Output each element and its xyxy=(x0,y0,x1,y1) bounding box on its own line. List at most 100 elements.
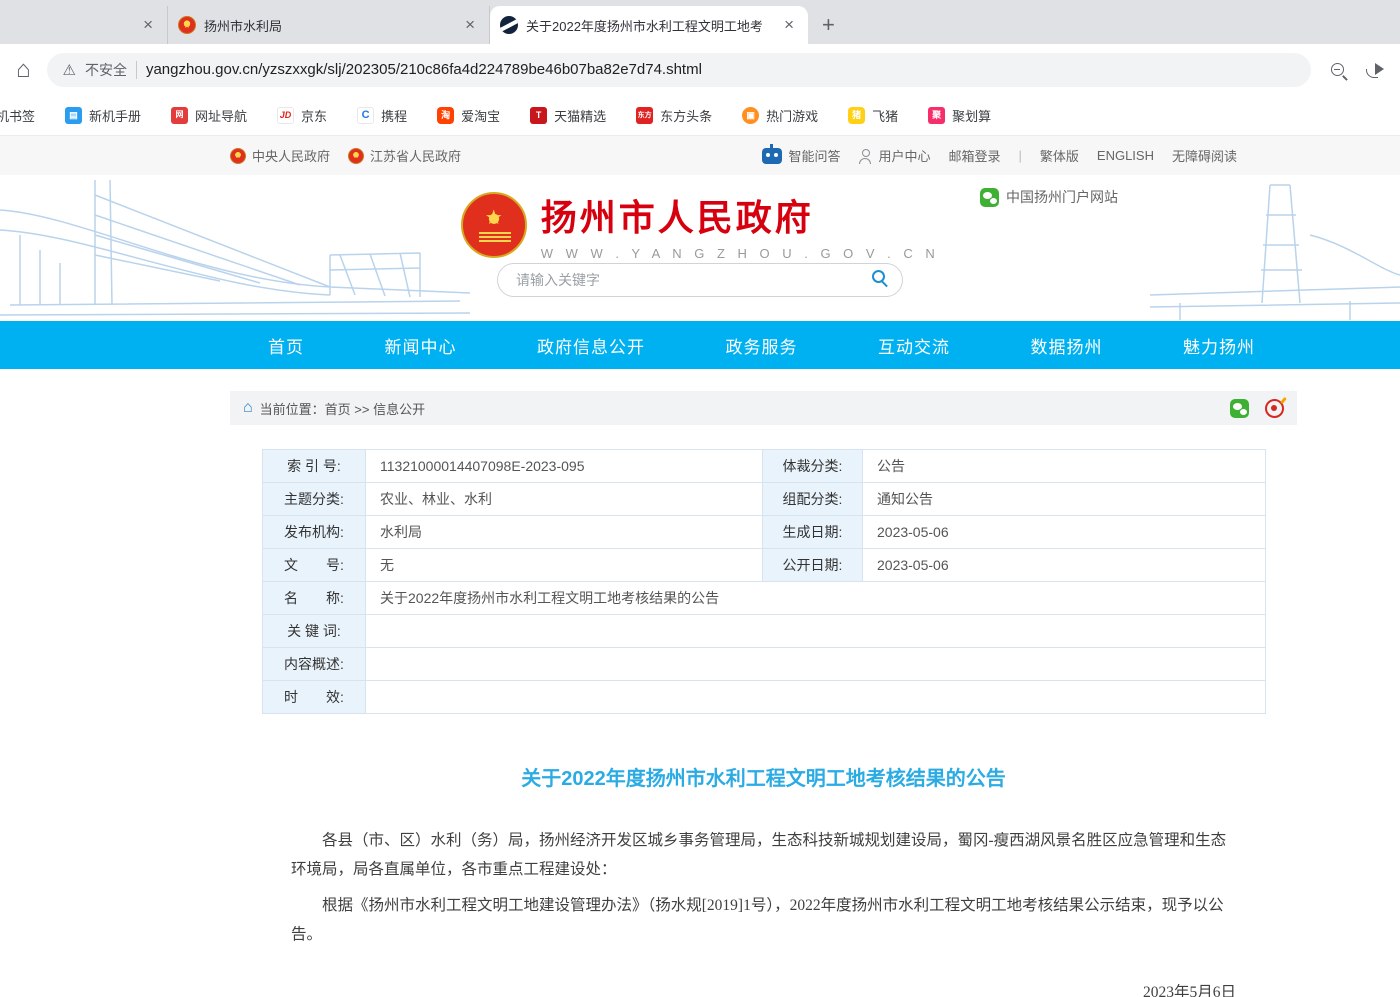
bookmark-jd[interactable]: JD 京东 xyxy=(277,106,327,125)
share-icon[interactable] xyxy=(1366,63,1384,77)
divider xyxy=(136,61,137,79)
link-label: 江苏省人民政府 xyxy=(370,146,461,165)
meta-label: 体裁分类: xyxy=(763,450,863,483)
link-label: 中央人民政府 xyxy=(252,146,330,165)
close-tab-icon[interactable]: × xyxy=(139,15,157,35)
meta-label: 名 称: xyxy=(263,582,366,615)
taobao-icon: 淘 xyxy=(437,107,454,124)
share-wechat-icon[interactable] xyxy=(1230,399,1249,418)
bookmark-dongfang[interactable]: 东方 东方头条 xyxy=(636,106,712,125)
central-gov-link[interactable]: ★ 中央人民政府 xyxy=(230,146,330,165)
breadcrumb: 当前位置：首页 >> 信息公开 xyxy=(260,399,425,418)
bookmark-juhuasuan[interactable]: 聚 聚划算 xyxy=(928,106,991,125)
close-tab-icon[interactable]: × xyxy=(780,15,798,35)
breadcrumb-home-icon[interactable]: ⌂ xyxy=(243,400,253,416)
jd-icon: JD xyxy=(277,107,294,124)
table-row: 索 引 号: 11321000014407098E-2023-095 体裁分类:… xyxy=(263,450,1266,483)
link-label: 繁体版 xyxy=(1040,146,1079,165)
nav-gov-services[interactable]: 政务服务 xyxy=(726,333,798,358)
divider: | xyxy=(1019,148,1022,163)
meta-value-category: 通知公告 xyxy=(863,483,1266,516)
tab-partial[interactable]: × xyxy=(0,6,168,44)
url-text[interactable]: yangzhou.gov.cn/yzszxxgk/slj/202305/210c… xyxy=(146,61,702,78)
user-center-link[interactable]: 用户中心 xyxy=(858,146,930,165)
gov-emblem-favicon-icon: ★ xyxy=(178,16,196,34)
search-icon[interactable] xyxy=(872,270,885,283)
url-field[interactable]: ⚠ 不安全 yangzhou.gov.cn/yzszxxgk/slj/20230… xyxy=(47,53,1312,87)
bookmark-manual[interactable]: ▤ 新机手册 xyxy=(65,106,141,125)
document-meta-table: 索 引 号: 11321000014407098E-2023-095 体裁分类:… xyxy=(262,449,1266,714)
new-tab-button[interactable]: + xyxy=(808,12,849,44)
robot-icon xyxy=(762,148,782,164)
not-secure-warning-icon[interactable]: ⚠ xyxy=(63,61,76,79)
bookmark-taobao[interactable]: 淘 爱淘宝 xyxy=(437,106,500,125)
nav-data-yangzhou[interactable]: 数据扬州 xyxy=(1031,333,1103,358)
link-label: 无障碍阅读 xyxy=(1172,146,1237,165)
dongfang-icon: 东方 xyxy=(636,107,653,124)
nav-info-disclosure[interactable]: 政府信息公开 xyxy=(537,333,645,358)
meta-value-publish-date: 2023-05-06 xyxy=(863,549,1266,582)
bookmark-ctrip[interactable]: C 携程 xyxy=(357,106,407,125)
site-search xyxy=(497,263,903,297)
tab-title: 关于2022年度扬州市水利工程文明工地考 xyxy=(526,16,772,35)
bookmark-label: 热门游戏 xyxy=(766,106,818,125)
bookmark-label: 东方头条 xyxy=(660,106,712,125)
tmall-icon: T xyxy=(530,107,547,124)
close-tab-icon[interactable]: × xyxy=(461,15,479,35)
bookmark-label: 飞猪 xyxy=(872,106,898,125)
table-row: 发布机构: 水利局 生成日期: 2023-05-06 xyxy=(263,516,1266,549)
meta-value-doc-number: 无 xyxy=(366,549,763,582)
nav-interaction[interactable]: 互动交流 xyxy=(878,333,950,358)
smart-qa-link[interactable]: 智能问答 xyxy=(762,146,840,165)
fliggy-icon: 猪 xyxy=(848,107,865,124)
zoom-out-icon[interactable] xyxy=(1331,63,1344,76)
table-row: 关 键 词: xyxy=(263,615,1266,648)
search-input[interactable] xyxy=(497,263,903,297)
tab-yangzhou-water-bureau[interactable]: ★ 扬州市水利局 × xyxy=(168,6,490,44)
meta-value-topic: 农业、林业、水利 xyxy=(366,483,763,516)
meta-label: 内容概述: xyxy=(263,648,366,681)
bookmark-label: 网址导航 xyxy=(195,106,247,125)
bookmark-label: 天猫精选 xyxy=(554,106,606,125)
article-paragraph: 根据《扬州市水利工程文明工地建设管理办法》（扬水规[2019]1号），2022年… xyxy=(291,892,1236,949)
table-row: 文 号: 无 公开日期: 2023-05-06 xyxy=(263,549,1266,582)
bookmark-games[interactable]: ▣ 热门游戏 xyxy=(742,106,818,125)
bookmark-fliggy[interactable]: 猪 飞猪 xyxy=(848,106,898,125)
link-label: ENGLISH xyxy=(1097,148,1154,163)
english-link[interactable]: ENGLISH xyxy=(1097,148,1154,163)
mail-login-link[interactable]: 邮箱登录 xyxy=(948,146,1000,165)
games-icon: ▣ xyxy=(742,107,759,124)
national-emblem-logo xyxy=(461,192,527,258)
jiangsu-gov-link[interactable]: ★ 江苏省人民政府 xyxy=(348,146,461,165)
traditional-chinese-link[interactable]: 繁体版 xyxy=(1040,146,1079,165)
breadcrumb-bar: ⌂ 当前位置：首页 >> 信息公开 xyxy=(230,391,1297,425)
portal-label: 中国扬州门户网站 xyxy=(1006,187,1118,207)
bookmark-mobile[interactable]: 机书签 xyxy=(0,106,35,125)
meta-label: 生成日期: xyxy=(763,516,863,549)
accessibility-link[interactable]: 无障碍阅读 xyxy=(1172,146,1237,165)
nav-charm-yangzhou[interactable]: 魅力扬州 xyxy=(1183,333,1255,358)
portal-link[interactable]: 中国扬州门户网站 xyxy=(980,187,1118,207)
bookmark-label: 新机手册 xyxy=(89,106,141,125)
bookmark-tmall[interactable]: T 天猫精选 xyxy=(530,106,606,125)
nav-news[interactable]: 新闻中心 xyxy=(385,333,457,358)
wechat-icon xyxy=(980,188,999,207)
article-title: 关于2022年度扬州市水利工程文明工地考核结果的公告 xyxy=(230,762,1297,791)
tab-active-announcement[interactable]: 关于2022年度扬州市水利工程文明工地考 × xyxy=(490,6,808,44)
gov-emblem-icon: ★ xyxy=(230,148,246,164)
link-label: 邮箱登录 xyxy=(948,146,1000,165)
bookmark-site-nav[interactable]: 网 网址导航 xyxy=(171,106,247,125)
bookmark-label: 京东 xyxy=(301,106,327,125)
site-title: 扬州市人民政府 xyxy=(541,189,940,241)
article-paragraph: 各县（市、区）水利（务）局，扬州经济开发区城乡事务管理局，生态科技新城规划建设局… xyxy=(291,827,1236,884)
home-icon[interactable]: ⌂ xyxy=(16,58,31,82)
article-date: 2023年5月6日 xyxy=(291,980,1236,997)
browser-tab-bar: × ★ 扬州市水利局 × 关于2022年度扬州市水利工程文明工地考 × + xyxy=(0,0,1400,44)
nav-home[interactable]: 首页 xyxy=(268,333,304,358)
meta-value-genre: 公告 xyxy=(863,450,1266,483)
bookmarks-bar: 机书签 ▤ 新机手册 网 网址导航 JD 京东 C 携程 淘 爱淘宝 T 天猫精… xyxy=(0,95,1400,136)
meta-label: 发布机构: xyxy=(263,516,366,549)
site-header-banner: 扬州市人民政府 W W W . Y A N G Z H O U . G O V … xyxy=(0,175,1400,321)
share-weibo-icon[interactable] xyxy=(1265,399,1284,418)
meta-label: 公开日期: xyxy=(763,549,863,582)
